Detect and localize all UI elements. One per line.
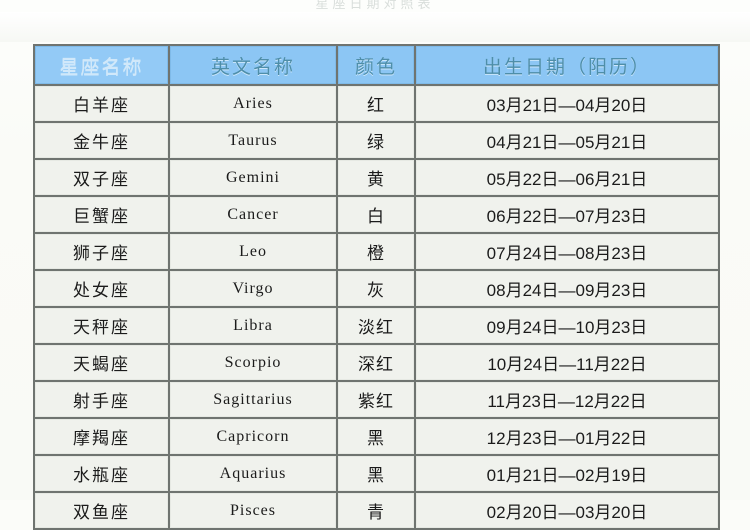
cell-english-name: Virgo <box>170 271 336 306</box>
cell-birth-date: 06月22日—07月23日 <box>416 197 718 232</box>
table-row: 水瓶座 Aquarius 黑 01月21日—02月19日 <box>35 456 718 491</box>
table-row: 白羊座 Aries 红 03月21日—04月20日 <box>35 86 718 121</box>
table-header: 星座名称 英文名称 颜色 出生日期（阳历） <box>35 46 718 84</box>
table-row: 射手座 Sagittarius 紫红 11月23日—12月22日 <box>35 382 718 417</box>
cell-english-name: Leo <box>170 234 336 269</box>
cell-birth-date: 09月24日—10月23日 <box>416 308 718 343</box>
table-row: 天秤座 Libra 淡红 09月24日—10月23日 <box>35 308 718 343</box>
cell-zodiac-name: 金牛座 <box>35 123 168 158</box>
cell-english-name: Taurus <box>170 123 336 158</box>
cell-english-name: Pisces <box>170 493 336 528</box>
cell-color: 橙 <box>338 234 414 269</box>
table-row: 天蝎座 Scorpio 深红 10月24日—11月22日 <box>35 345 718 380</box>
table-row: 巨蟹座 Cancer 白 06月22日—07月23日 <box>35 197 718 232</box>
table-row: 金牛座 Taurus 绿 04月21日—05月21日 <box>35 123 718 158</box>
cell-birth-date: 01月21日—02月19日 <box>416 456 718 491</box>
table-row: 双鱼座 Pisces 青 02月20日—03月20日 <box>35 493 718 528</box>
column-header-english-name: 英文名称 <box>170 46 336 84</box>
cell-color: 深红 <box>338 345 414 380</box>
cell-zodiac-name: 处女座 <box>35 271 168 306</box>
cell-zodiac-name: 巨蟹座 <box>35 197 168 232</box>
cell-color: 青 <box>338 493 414 528</box>
cell-zodiac-name: 天秤座 <box>35 308 168 343</box>
table-row: 摩羯座 Capricorn 黑 12月23日—01月22日 <box>35 419 718 454</box>
cell-birth-date: 12月23日—01月22日 <box>416 419 718 454</box>
column-header-birth-date: 出生日期（阳历） <box>416 46 718 84</box>
table-row: 处女座 Virgo 灰 08月24日—09月23日 <box>35 271 718 306</box>
top-band <box>0 12 750 42</box>
cell-zodiac-name: 摩羯座 <box>35 419 168 454</box>
zodiac-date-table: 星座名称 英文名称 颜色 出生日期（阳历） 白羊座 Aries 红 03月21日—04… <box>33 44 720 530</box>
cell-zodiac-name: 狮子座 <box>35 234 168 269</box>
cell-color: 黑 <box>338 419 414 454</box>
cell-color: 红 <box>338 86 414 121</box>
cell-birth-date: 02月20日—03月20日 <box>416 493 718 528</box>
column-header-zodiac-name: 星座名称 <box>35 46 168 84</box>
cell-english-name: Scorpio <box>170 345 336 380</box>
cell-english-name: Sagittarius <box>170 382 336 417</box>
cell-english-name: Capricorn <box>170 419 336 454</box>
cell-english-name: Libra <box>170 308 336 343</box>
cropped-caption-text: 星座日期对照表 <box>315 0 435 10</box>
cell-zodiac-name: 双鱼座 <box>35 493 168 528</box>
cell-birth-date: 10月24日—11月22日 <box>416 345 718 380</box>
column-header-color: 颜色 <box>338 46 414 84</box>
cell-color: 绿 <box>338 123 414 158</box>
cell-birth-date: 03月21日—04月20日 <box>416 86 718 121</box>
cell-birth-date: 08月24日—09月23日 <box>416 271 718 306</box>
cell-zodiac-name: 天蝎座 <box>35 345 168 380</box>
cell-english-name: Cancer <box>170 197 336 232</box>
cell-zodiac-name: 水瓶座 <box>35 456 168 491</box>
cell-zodiac-name: 射手座 <box>35 382 168 417</box>
cell-color: 黑 <box>338 456 414 491</box>
cell-color: 紫红 <box>338 382 414 417</box>
cell-birth-date: 11月23日—12月22日 <box>416 382 718 417</box>
cell-birth-date: 07月24日—08月23日 <box>416 234 718 269</box>
cell-color: 灰 <box>338 271 414 306</box>
page-background: 星座日期对照表 星座名称 英文名称 颜色 出生日期（阳历） 白羊座 Aries 红 0… <box>0 0 750 530</box>
header-row: 星座名称 英文名称 颜色 出生日期（阳历） <box>35 46 718 84</box>
cell-color: 黄 <box>338 160 414 195</box>
table-row: 双子座 Gemini 黄 05月22日—06月21日 <box>35 160 718 195</box>
cell-birth-date: 04月21日—05月21日 <box>416 123 718 158</box>
cell-color: 淡红 <box>338 308 414 343</box>
cell-zodiac-name: 白羊座 <box>35 86 168 121</box>
cell-birth-date: 05月22日—06月21日 <box>416 160 718 195</box>
cell-english-name: Gemini <box>170 160 336 195</box>
cell-zodiac-name: 双子座 <box>35 160 168 195</box>
table-row: 狮子座 Leo 橙 07月24日—08月23日 <box>35 234 718 269</box>
table-body: 白羊座 Aries 红 03月21日—04月20日 金牛座 Taurus 绿 04月21日—0… <box>35 86 718 528</box>
cell-color: 白 <box>338 197 414 232</box>
cell-english-name: Aquarius <box>170 456 336 491</box>
cell-english-name: Aries <box>170 86 336 121</box>
